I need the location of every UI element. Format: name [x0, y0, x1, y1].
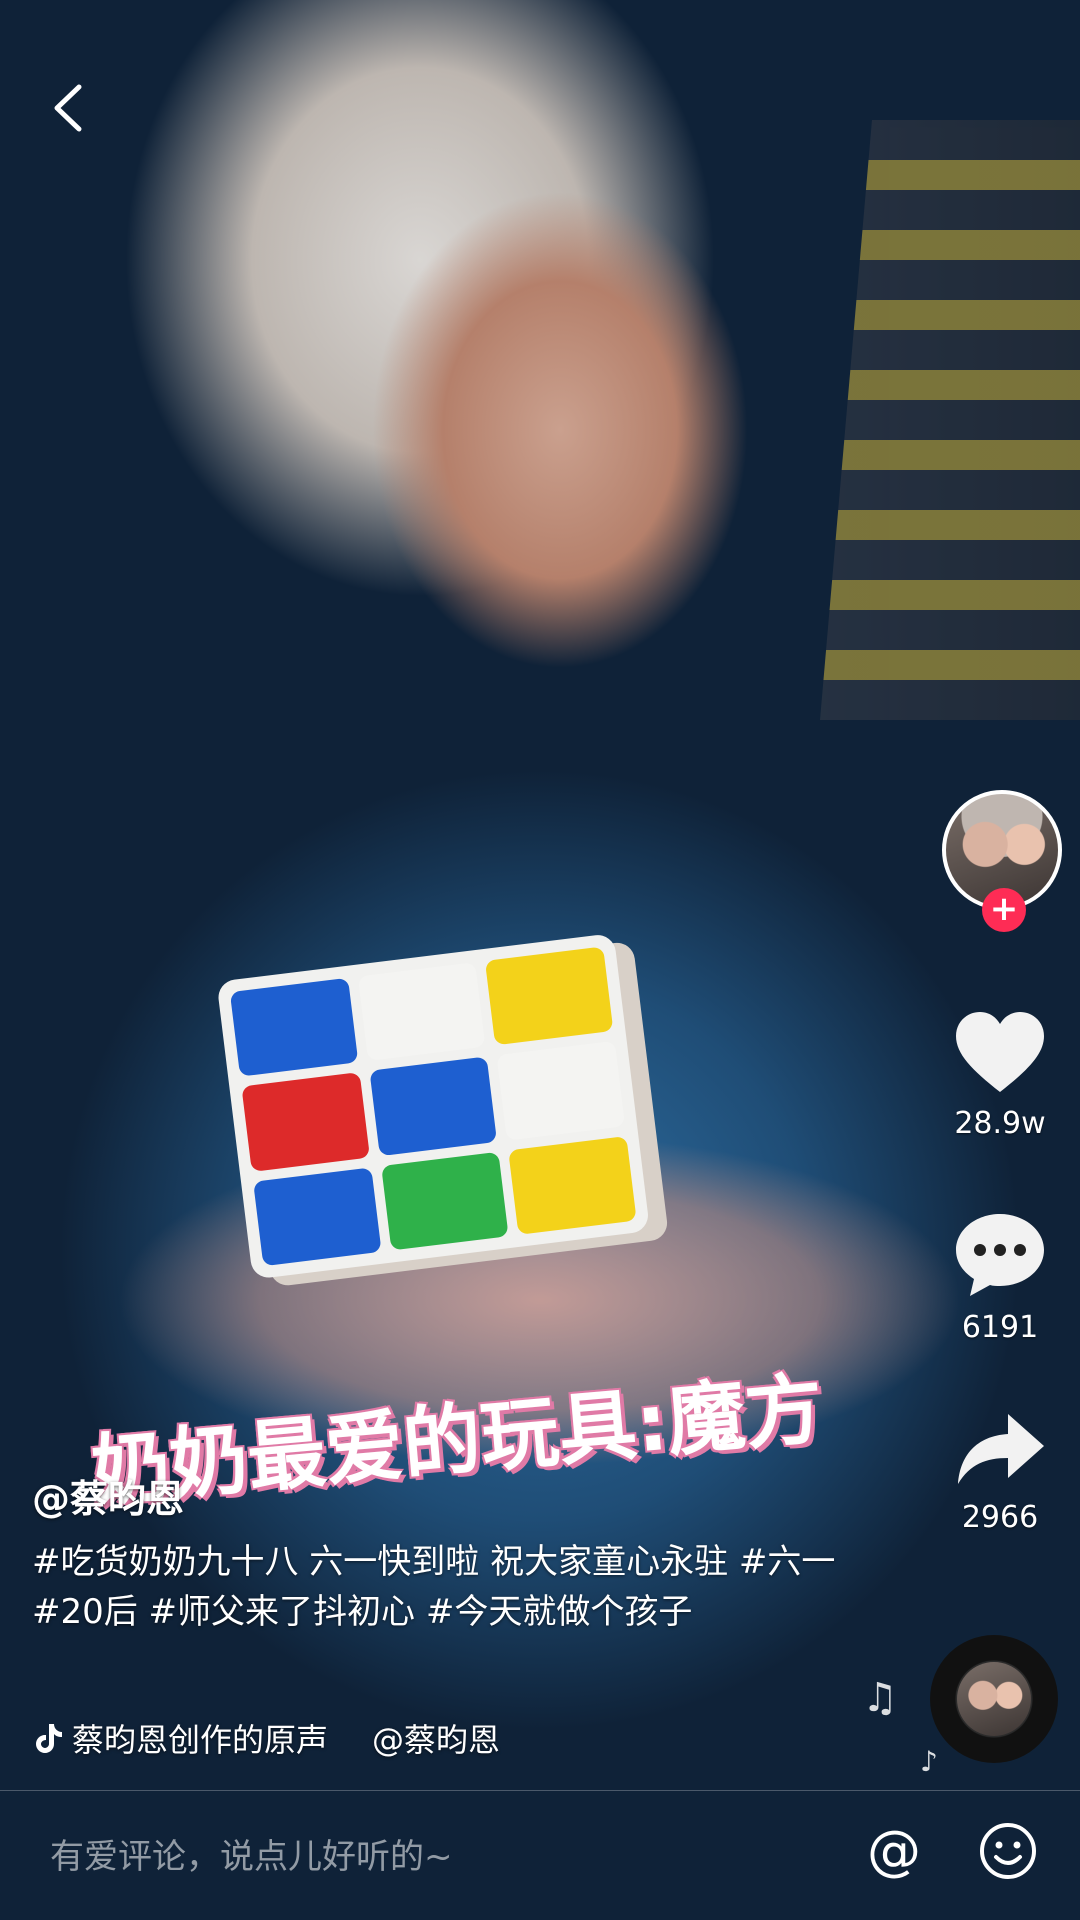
music-note-icon: [36, 1724, 62, 1753]
floating-music-note-icon: ♫: [862, 1675, 898, 1721]
rubiks-cube-image: [216, 931, 673, 1310]
comment-bubble-icon: [956, 1214, 1044, 1296]
comment-button[interactable]: 6191: [920, 1210, 1080, 1345]
back-button[interactable]: [38, 78, 98, 138]
music-author: @蔡昀恩: [372, 1721, 501, 1759]
music-disc-art: [957, 1662, 1031, 1736]
author-avatar-button[interactable]: +: [942, 790, 1062, 932]
cube-sticker: [369, 1056, 498, 1156]
post-description[interactable]: #吃货奶奶九十八 六一快到啦 祝大家童心永驻 #六一 #20后 #师父来了抖初心…: [32, 1537, 852, 1637]
cube-sticker: [485, 946, 614, 1046]
author-name-link[interactable]: @蔡昀恩: [32, 1468, 852, 1523]
chevron-left-icon: [54, 84, 82, 132]
like-count: 28.9w: [954, 1106, 1046, 1141]
comment-input[interactable]: [48, 1831, 812, 1883]
like-button[interactable]: 28.9w: [920, 1010, 1080, 1141]
cube-sticker: [508, 1135, 637, 1235]
cube-sticker: [357, 962, 486, 1062]
cube-sticker: [253, 1167, 382, 1267]
comment-bar: @: [0, 1791, 1080, 1920]
cube-sticker: [229, 977, 359, 1077]
floating-music-note-icon: ♪: [920, 1745, 938, 1778]
follow-plus-icon[interactable]: +: [982, 888, 1026, 932]
share-button[interactable]: 2966: [920, 1410, 1080, 1535]
comment-count: 6191: [961, 1310, 1039, 1345]
heart-icon: [956, 1012, 1044, 1092]
cube-sticker: [380, 1151, 509, 1251]
cube-sticker: [241, 1072, 370, 1172]
music-title: 蔡昀恩创作的原声: [72, 1721, 329, 1759]
post-info: @蔡昀恩 #吃货奶奶九十八 六一快到啦 祝大家童心永驻 #六一 #20后 #师父…: [32, 1468, 852, 1637]
music-disc-button[interactable]: [930, 1635, 1058, 1763]
cube-face: [216, 933, 651, 1280]
share-arrow-icon: [958, 1414, 1044, 1484]
music-info[interactable]: 蔡昀恩创作的原声 @蔡昀恩: [30, 1715, 590, 1761]
emoji-smiley-icon[interactable]: [978, 1821, 1038, 1881]
cube-sticker: [496, 1041, 626, 1141]
share-count: 2966: [961, 1500, 1039, 1535]
mention-at-button[interactable]: @: [862, 1819, 926, 1883]
